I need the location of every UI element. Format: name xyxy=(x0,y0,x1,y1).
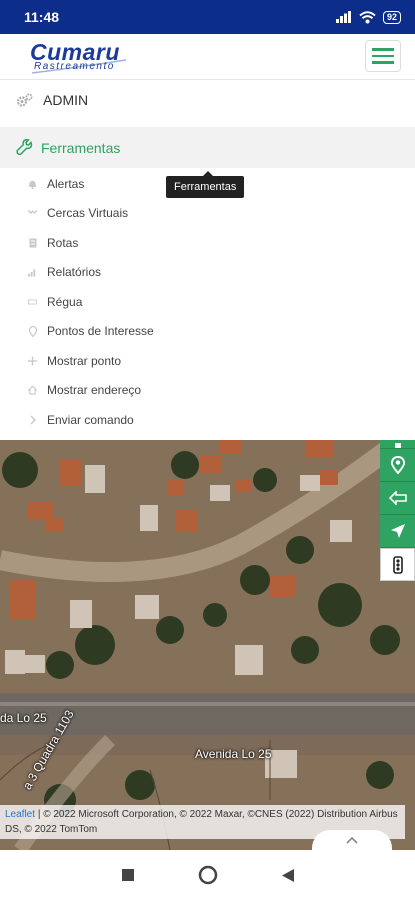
hamburger-menu-button[interactable] xyxy=(365,40,401,72)
submenu-item-label: Enviar comando xyxy=(47,412,134,427)
lock-icon xyxy=(394,442,401,448)
submenu-item-enviar-comando[interactable]: Enviar comando xyxy=(28,405,154,435)
menu-item-admin[interactable]: ADMIN xyxy=(16,92,88,108)
home-button-icon[interactable] xyxy=(198,865,218,885)
submenu-item-label: Relatórios xyxy=(47,265,102,280)
submenu-item-label: Régua xyxy=(47,294,83,309)
crosshair-icon xyxy=(28,356,37,366)
submenu-item-label: Cercas Virtuais xyxy=(47,206,129,221)
map-navigate-button[interactable] xyxy=(380,515,415,548)
wifi-icon xyxy=(359,10,376,23)
satellite-map[interactable]: da Lo 25 Avenida Lo 25 a 3 Quadra 1103 L… xyxy=(0,440,415,850)
navigation-arrow-icon xyxy=(390,524,405,538)
logo[interactable]: Cumaru Rastreamento xyxy=(30,40,128,76)
tooltip: Ferramentas xyxy=(166,176,245,198)
menu-item-ferramentas[interactable]: Ferramentas xyxy=(0,127,415,168)
battery-indicator: 92 xyxy=(382,10,401,24)
street-label: da Lo 25 xyxy=(0,711,47,725)
map-control-top-button[interactable] xyxy=(380,440,415,449)
app-header: Cumaru Rastreamento xyxy=(0,34,415,80)
submenu-item-relatorios[interactable]: Relatórios xyxy=(28,258,154,288)
street-label: Avenida Lo 25 xyxy=(195,747,272,761)
hamburger-bar xyxy=(372,61,394,64)
hamburger-bar xyxy=(372,48,394,51)
map-location-button[interactable] xyxy=(380,449,415,482)
submenu-item-mostrar-endereco[interactable]: Mostrar endereço xyxy=(28,376,154,406)
submenu-item-label: Mostrar endereço xyxy=(47,383,142,398)
status-icons: 92 xyxy=(335,10,401,24)
map-imagery xyxy=(0,440,415,850)
submenu-item-label: Pontos de Interesse xyxy=(47,324,154,339)
submenu-item-mostrar-ponto[interactable]: Mostrar ponto xyxy=(28,346,154,376)
chevron-right-icon xyxy=(28,415,37,425)
submenu-item-label: Alertas xyxy=(47,176,85,191)
gears-icon xyxy=(16,93,33,107)
route-arrow-icon xyxy=(388,491,407,505)
back-icon[interactable] xyxy=(281,868,294,882)
submenu-item-alertas[interactable]: Alertas xyxy=(28,169,154,199)
tools-submenu: Alertas Cercas Virtuais Rotas Relatórios… xyxy=(28,169,154,435)
map-traffic-button[interactable] xyxy=(380,548,415,581)
map-controls xyxy=(380,440,415,581)
chart-icon xyxy=(28,268,37,277)
chevron-up-icon xyxy=(346,836,358,844)
submenu-item-label: Mostrar ponto xyxy=(47,353,122,368)
menu-item-admin-label: ADMIN xyxy=(43,92,89,108)
map-route-button[interactable] xyxy=(380,482,415,515)
submenu-item-label: Rotas xyxy=(47,235,79,250)
fence-icon xyxy=(28,209,37,217)
hamburger-bar xyxy=(372,54,394,58)
panel-expand-tab[interactable] xyxy=(312,830,392,850)
status-time: 11:48 xyxy=(24,9,60,25)
recents-icon[interactable] xyxy=(121,869,134,881)
status-bar: 11:48 92 xyxy=(0,0,415,34)
signal-icon xyxy=(335,11,351,23)
pin-icon xyxy=(28,325,37,337)
traffic-light-icon xyxy=(392,555,403,574)
menu-item-ferramentas-label: Ferramentas xyxy=(41,139,121,156)
route-icon xyxy=(28,238,37,248)
bell-icon xyxy=(28,179,37,189)
leaflet-link[interactable]: Leaflet xyxy=(5,809,35,820)
submenu-item-cercas-virtuais[interactable]: Cercas Virtuais xyxy=(28,199,154,229)
wrench-icon xyxy=(16,139,33,156)
logo-subtext: Rastreamento xyxy=(34,61,115,72)
submenu-item-pontos-de-interesse[interactable]: Pontos de Interesse xyxy=(28,317,154,347)
submenu-item-regua[interactable]: Régua xyxy=(28,287,154,317)
map-pin-icon xyxy=(390,456,405,474)
system-nav-bar xyxy=(0,850,415,900)
side-menu: ADMIN Ferramentas Ferramentas Alertas Ce… xyxy=(0,80,415,440)
home-icon xyxy=(28,385,37,395)
submenu-item-rotas[interactable]: Rotas xyxy=(28,228,154,258)
ruler-icon xyxy=(28,299,37,305)
